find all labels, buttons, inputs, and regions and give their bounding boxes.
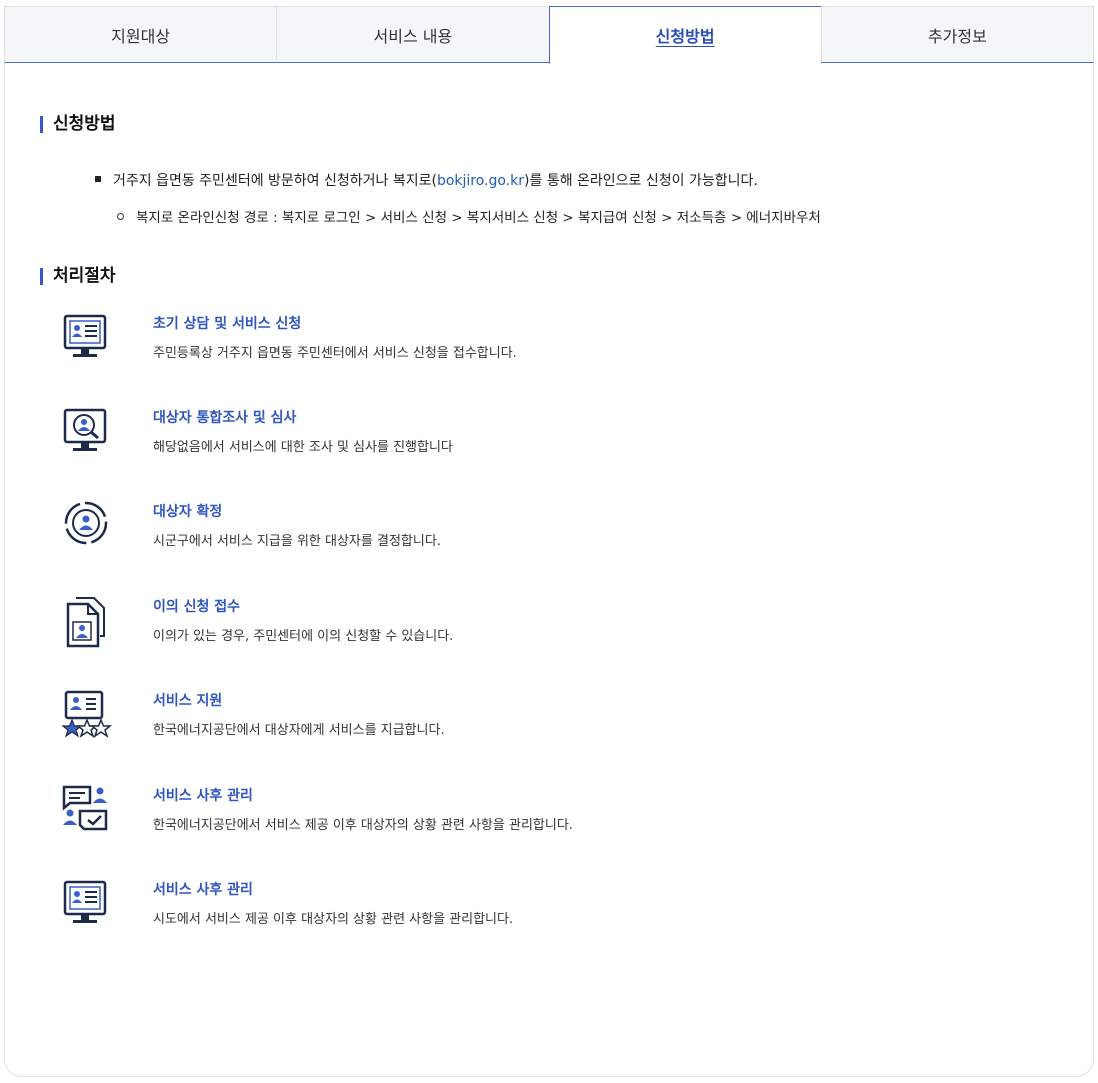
tab-target[interactable]: 지원대상 [4, 6, 278, 63]
bullet-text-before: 거주지 읍면동 주민센터에 방문하여 신청하거나 복지로( [113, 173, 437, 189]
circle-bullet-icon [117, 212, 124, 220]
step-desc: 해당없음에서 서비스에 대한 조사 및 심사를 진행합니다 [153, 440, 453, 455]
apply-bullet: 거주지 읍면동 주민센터에 방문하여 신청하거나 복지로(bokjiro.go.… [95, 170, 758, 190]
square-bullet-icon [95, 176, 101, 182]
step-desc: 한국에너지공단에서 대상자에게 서비스를 지급합니다. [153, 723, 445, 738]
process-heading: 처리절차 [40, 268, 116, 285]
step-title: 서비스 사후 관리 [153, 882, 253, 898]
computer-document-icon [60, 879, 112, 931]
target-user-icon [60, 501, 112, 553]
step-title: 서비스 지원 [153, 693, 223, 709]
sub-bullet-text: 복지로 온라인신청 경로 : 복지로 로그인 > 서비스 신청 > 복지서비스 … [136, 210, 821, 226]
process-step: 대상자 확정 시군구에서 서비스 지급을 위한 대상자를 결정합니다. [60, 501, 960, 561]
process-step: 이의 신청 접수 이의가 있는 경우, 주민센터에 이의 신청할 수 있습니다. [60, 596, 960, 656]
step-title: 대상자 확정 [153, 504, 223, 520]
step-desc: 한국에너지공단에서 서비스 제공 이후 대상자의 상황 관련 사항을 관리합니다… [153, 818, 573, 833]
step-desc: 시도에서 서비스 제공 이후 대상자의 상황 관련 사항을 관리합니다. [153, 912, 514, 927]
computer-search-user-icon [60, 407, 112, 459]
chat-check-users-icon [60, 785, 112, 837]
bullet-text-after: )를 통해 온라인으로 신청이 가능합니다. [524, 173, 758, 189]
bokjiro-link[interactable]: bokjiro.go.kr [437, 173, 524, 189]
apply-sub-bullet: 복지로 온라인신청 경로 : 복지로 로그인 > 서비스 신청 > 복지서비스 … [117, 206, 821, 226]
step-title: 초기 상담 및 서비스 신청 [153, 316, 302, 332]
process-step: 초기 상담 및 서비스 신청 주민등록상 거주지 읍면동 주민센터에서 서비스 … [60, 313, 960, 373]
step-desc: 이의가 있는 경우, 주민센터에 이의 신청할 수 있습니다. [153, 629, 454, 644]
tab-apply-method[interactable]: 신청방법 [548, 6, 822, 64]
process-step: 서비스 지원 한국에너지공단에서 대상자에게 서비스를 지급합니다. [60, 690, 960, 750]
step-desc: 시군구에서 서비스 지급을 위한 대상자를 결정합니다. [153, 534, 441, 549]
step-title: 대상자 통합조사 및 심사 [153, 410, 297, 426]
tab-bar: 지원대상 서비스 내용 신청방법 추가정보 [4, 6, 1094, 64]
computer-document-icon [60, 313, 112, 365]
step-title: 서비스 사후 관리 [153, 788, 253, 804]
profile-stars-icon [60, 690, 113, 742]
tab-service-content[interactable]: 서비스 내용 [276, 6, 550, 63]
process-step: 서비스 사후 관리 시도에서 서비스 제공 이후 대상자의 상황 관련 사항을 … [60, 879, 960, 939]
step-desc: 주민등록상 거주지 읍면동 주민센터에서 서비스 신청을 접수합니다. [153, 346, 517, 361]
document-user-icon [60, 596, 112, 648]
apply-method-heading: 신청방법 [40, 116, 116, 133]
tab-additional-info[interactable]: 추가정보 [820, 6, 1094, 63]
process-step: 서비스 사후 관리 한국에너지공단에서 서비스 제공 이후 대상자의 상황 관련… [60, 785, 960, 845]
step-title: 이의 신청 접수 [153, 599, 241, 615]
process-step: 대상자 통합조사 및 심사 해당없음에서 서비스에 대한 조사 및 심사를 진행… [60, 407, 960, 467]
